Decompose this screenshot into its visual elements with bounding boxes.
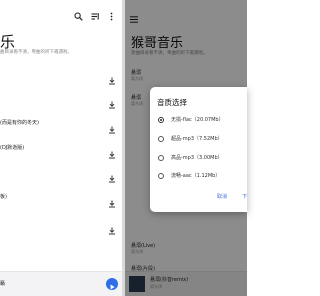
quality-option[interactable]: 超品-mp3（7.52Mb） [158,134,247,146]
quality-option-label: 超品-mp3（7.52Mb） [171,136,223,142]
quality-option[interactable]: 高品-mp3（3.00Mb） [158,153,247,165]
quality-option-label: 高品-mp3（3.00Mb） [171,155,223,161]
player-title: 籟 [0,281,6,287]
radio-icon[interactable] [158,136,164,142]
quality-dialog: 音质选择 无损-flac（20.07Mb） 超品-mp3（7.52Mb） 高品-… [150,87,247,212]
download-icon[interactable] [108,168,116,183]
download-icon[interactable] [108,94,116,109]
left-panel: 乐 曲目录看不清，粤曲的听下邀遇啦。 (而是有你的冬天) (DJ默逝版) 板) … [0,0,122,296]
radio-icon[interactable] [158,155,164,161]
play-icon [110,284,115,290]
radio-icon[interactable] [158,173,164,179]
more-vertical-icon[interactable] [107,6,116,21]
song-title: (DJ默逝版) [0,145,25,151]
top-app-bar [0,0,122,22]
download-icon[interactable] [108,119,116,134]
download-icon[interactable] [108,144,116,159]
filter-icon[interactable] [91,6,100,20]
player-bar[interactable]: 籟 [0,271,122,296]
song-title: 板) [0,194,7,200]
quality-option-label: 流畅-aac（1.12Mb） [171,173,221,179]
quality-option[interactable]: 流畅-aac（1.12Mb） [158,171,247,183]
dialog-title: 音质选择 [157,98,187,107]
cancel-button[interactable]: 取消 [217,193,227,200]
play-button[interactable] [106,278,118,290]
quality-option[interactable]: 无损-flac（20.07Mb） [158,115,247,127]
confirm-button[interactable]: 下 [242,193,247,200]
quality-option-label: 无损-flac（20.07Mb） [171,117,224,123]
search-icon[interactable] [74,6,83,21]
radio-selected-icon[interactable] [158,117,164,123]
song-title: (而是有你的冬天) [0,120,39,126]
download-icon[interactable] [108,220,116,235]
download-icon[interactable] [108,193,116,208]
download-icon[interactable] [108,70,116,85]
page-subtitle: 曲目录看不清，粤曲的听下邀遇啦。 [0,50,72,55]
